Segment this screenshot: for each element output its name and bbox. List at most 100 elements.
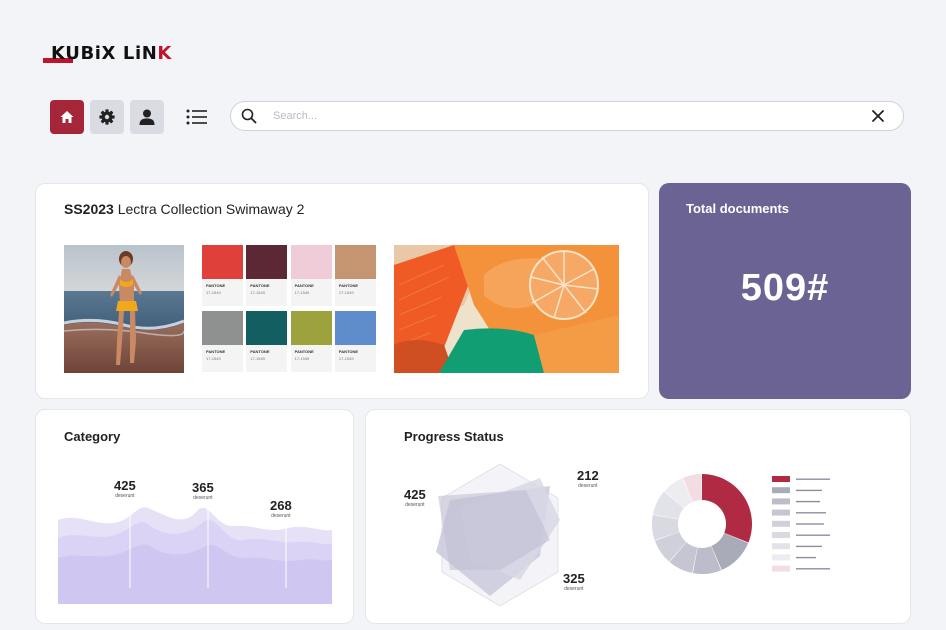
close-icon[interactable] <box>871 109 885 123</box>
swatch-code: 17-1549 <box>250 356 265 361</box>
swatch-chip <box>290 311 332 345</box>
model-photo[interactable] <box>64 245 184 373</box>
category-stat-3: 268 deserunt <box>270 498 292 520</box>
legend-label-line <box>796 500 820 503</box>
settings-button[interactable] <box>90 100 124 134</box>
swatch-code: 17-1549 <box>338 290 354 295</box>
swatch-code: 17-1549 <box>250 290 265 295</box>
color-swatch[interactable]: PANTONE 17-1549 <box>246 245 288 306</box>
home-icon <box>60 111 74 123</box>
legend-label-line <box>796 489 822 492</box>
legend-swatch <box>772 554 790 561</box>
progress-status-card[interactable]: Progress Status 425 deserunt 212 deserun… <box>365 409 911 624</box>
category-stat-1: 425 deserunt <box>114 478 136 500</box>
swatch-code: 17-1549 <box>338 356 354 361</box>
search-bar <box>230 101 904 131</box>
total-documents-card[interactable]: Total documents 509# <box>659 183 911 399</box>
stat-label: deserunt <box>578 483 598 489</box>
legend-label-line <box>796 523 824 525</box>
legend-swatch <box>772 532 790 538</box>
swatch-code: 17-1549 <box>206 356 221 361</box>
legend-swatch <box>772 509 790 516</box>
fabric-photo[interactable] <box>394 245 619 373</box>
swatch-chip <box>202 311 243 345</box>
color-swatch[interactable]: PANTONE 17-1549 <box>334 245 376 306</box>
swatch-code: 17-1549 <box>294 290 310 295</box>
color-swatch[interactable]: PANTONE 17-1549 <box>246 311 288 372</box>
home-button[interactable] <box>50 100 84 134</box>
legend-label-line <box>796 556 816 559</box>
legend-swatch <box>772 487 790 494</box>
swatch-code: 17-1549 <box>294 356 310 361</box>
stat-label: deserunt <box>564 586 584 592</box>
swatch-label: PANTONE <box>338 349 359 354</box>
swatch-chip <box>246 311 288 345</box>
legend-swatch <box>772 565 790 572</box>
legend-swatch <box>772 476 790 482</box>
profile-button[interactable] <box>130 100 164 134</box>
radar-chart[interactable] <box>430 460 570 610</box>
collection-season: SS2023 <box>64 201 114 217</box>
legend-swatch <box>772 543 790 550</box>
swatch-code: 17-1549 <box>206 290 221 295</box>
color-swatches: PANTONE 17-1549 PANTONE 17-1549 PANTONE 17-15… <box>202 245 376 373</box>
swatch-label: PANTONE <box>250 349 270 354</box>
swatch-label: PANTONE <box>294 283 314 288</box>
legend-swatch <box>772 498 790 505</box>
category-title: Category <box>64 429 121 444</box>
color-swatch[interactable]: PANTONE 17-1549 <box>290 311 332 372</box>
color-swatch[interactable]: PANTONE 17-1549 <box>334 311 376 372</box>
total-documents-value: 509# <box>740 267 830 309</box>
swatch-label: PANTONE <box>338 283 359 288</box>
swatch-label: PANTONE <box>206 349 226 354</box>
category-stat-2: 365 deserunt <box>192 480 214 502</box>
swatch-label: PANTONE <box>294 349 314 354</box>
progress-stat-2: 212 deserunt <box>577 468 599 490</box>
gear-icon <box>99 109 115 125</box>
collection-name: Lectra Collection Swimaway 2 <box>117 201 305 217</box>
stat-value: 425 <box>404 487 426 502</box>
stat-value: 365 <box>192 480 214 495</box>
donut-chart[interactable] <box>652 474 752 574</box>
legend-label-line <box>796 534 830 536</box>
swatch-chip <box>334 311 376 345</box>
stat-label: deserunt <box>193 495 213 501</box>
swatch-chip <box>334 245 376 279</box>
legend-swatch <box>772 520 790 527</box>
brand-logo[interactable]: KUBiX LiNK <box>42 42 182 68</box>
legend-label-line <box>796 568 830 570</box>
stat-label: deserunt <box>405 502 425 508</box>
color-swatch[interactable]: PANTONE 17-1549 <box>202 311 243 372</box>
collection-card[interactable]: SS2023 Lectra Collection Swimaway 2 PANT… <box>35 183 649 399</box>
stat-value: 325 <box>563 571 585 586</box>
color-swatch[interactable]: PANTONE 17-1549 <box>202 245 243 306</box>
menu-button[interactable] <box>180 100 214 134</box>
progress-stat-1: 425 deserunt <box>404 487 426 509</box>
search-input[interactable] <box>273 106 833 126</box>
stat-label: deserunt <box>271 513 291 519</box>
color-swatch[interactable]: PANTONE 17-1549 <box>290 245 332 306</box>
swatch-chip <box>290 245 332 279</box>
stat-label: deserunt <box>115 493 135 499</box>
user-icon <box>139 109 155 125</box>
progress-title: Progress Status <box>404 429 504 444</box>
donut-legend <box>772 474 836 574</box>
search-icon[interactable] <box>241 108 257 124</box>
stat-value: 425 <box>114 478 136 493</box>
total-documents-title: Total documents <box>686 201 790 216</box>
legend-label-line <box>796 545 822 548</box>
logo-text: KUBiX LiNK <box>51 43 172 64</box>
donut-slice[interactable] <box>702 474 752 543</box>
legend-label-line <box>796 478 830 480</box>
swatch-chip <box>202 245 243 279</box>
swatch-label: PANTONE <box>206 283 226 288</box>
stat-value: 268 <box>270 498 292 513</box>
collection-title: SS2023 Lectra Collection Swimaway 2 <box>64 201 304 217</box>
list-icon <box>186 109 207 125</box>
swatch-label: PANTONE <box>250 283 270 288</box>
stat-value: 212 <box>577 468 599 483</box>
category-card[interactable]: Category 425 deserunt 365 deserunt 268 d… <box>35 409 354 624</box>
swatch-chip <box>246 245 288 279</box>
legend-label-line <box>796 512 826 514</box>
progress-stat-3: 325 deserunt <box>563 571 585 593</box>
